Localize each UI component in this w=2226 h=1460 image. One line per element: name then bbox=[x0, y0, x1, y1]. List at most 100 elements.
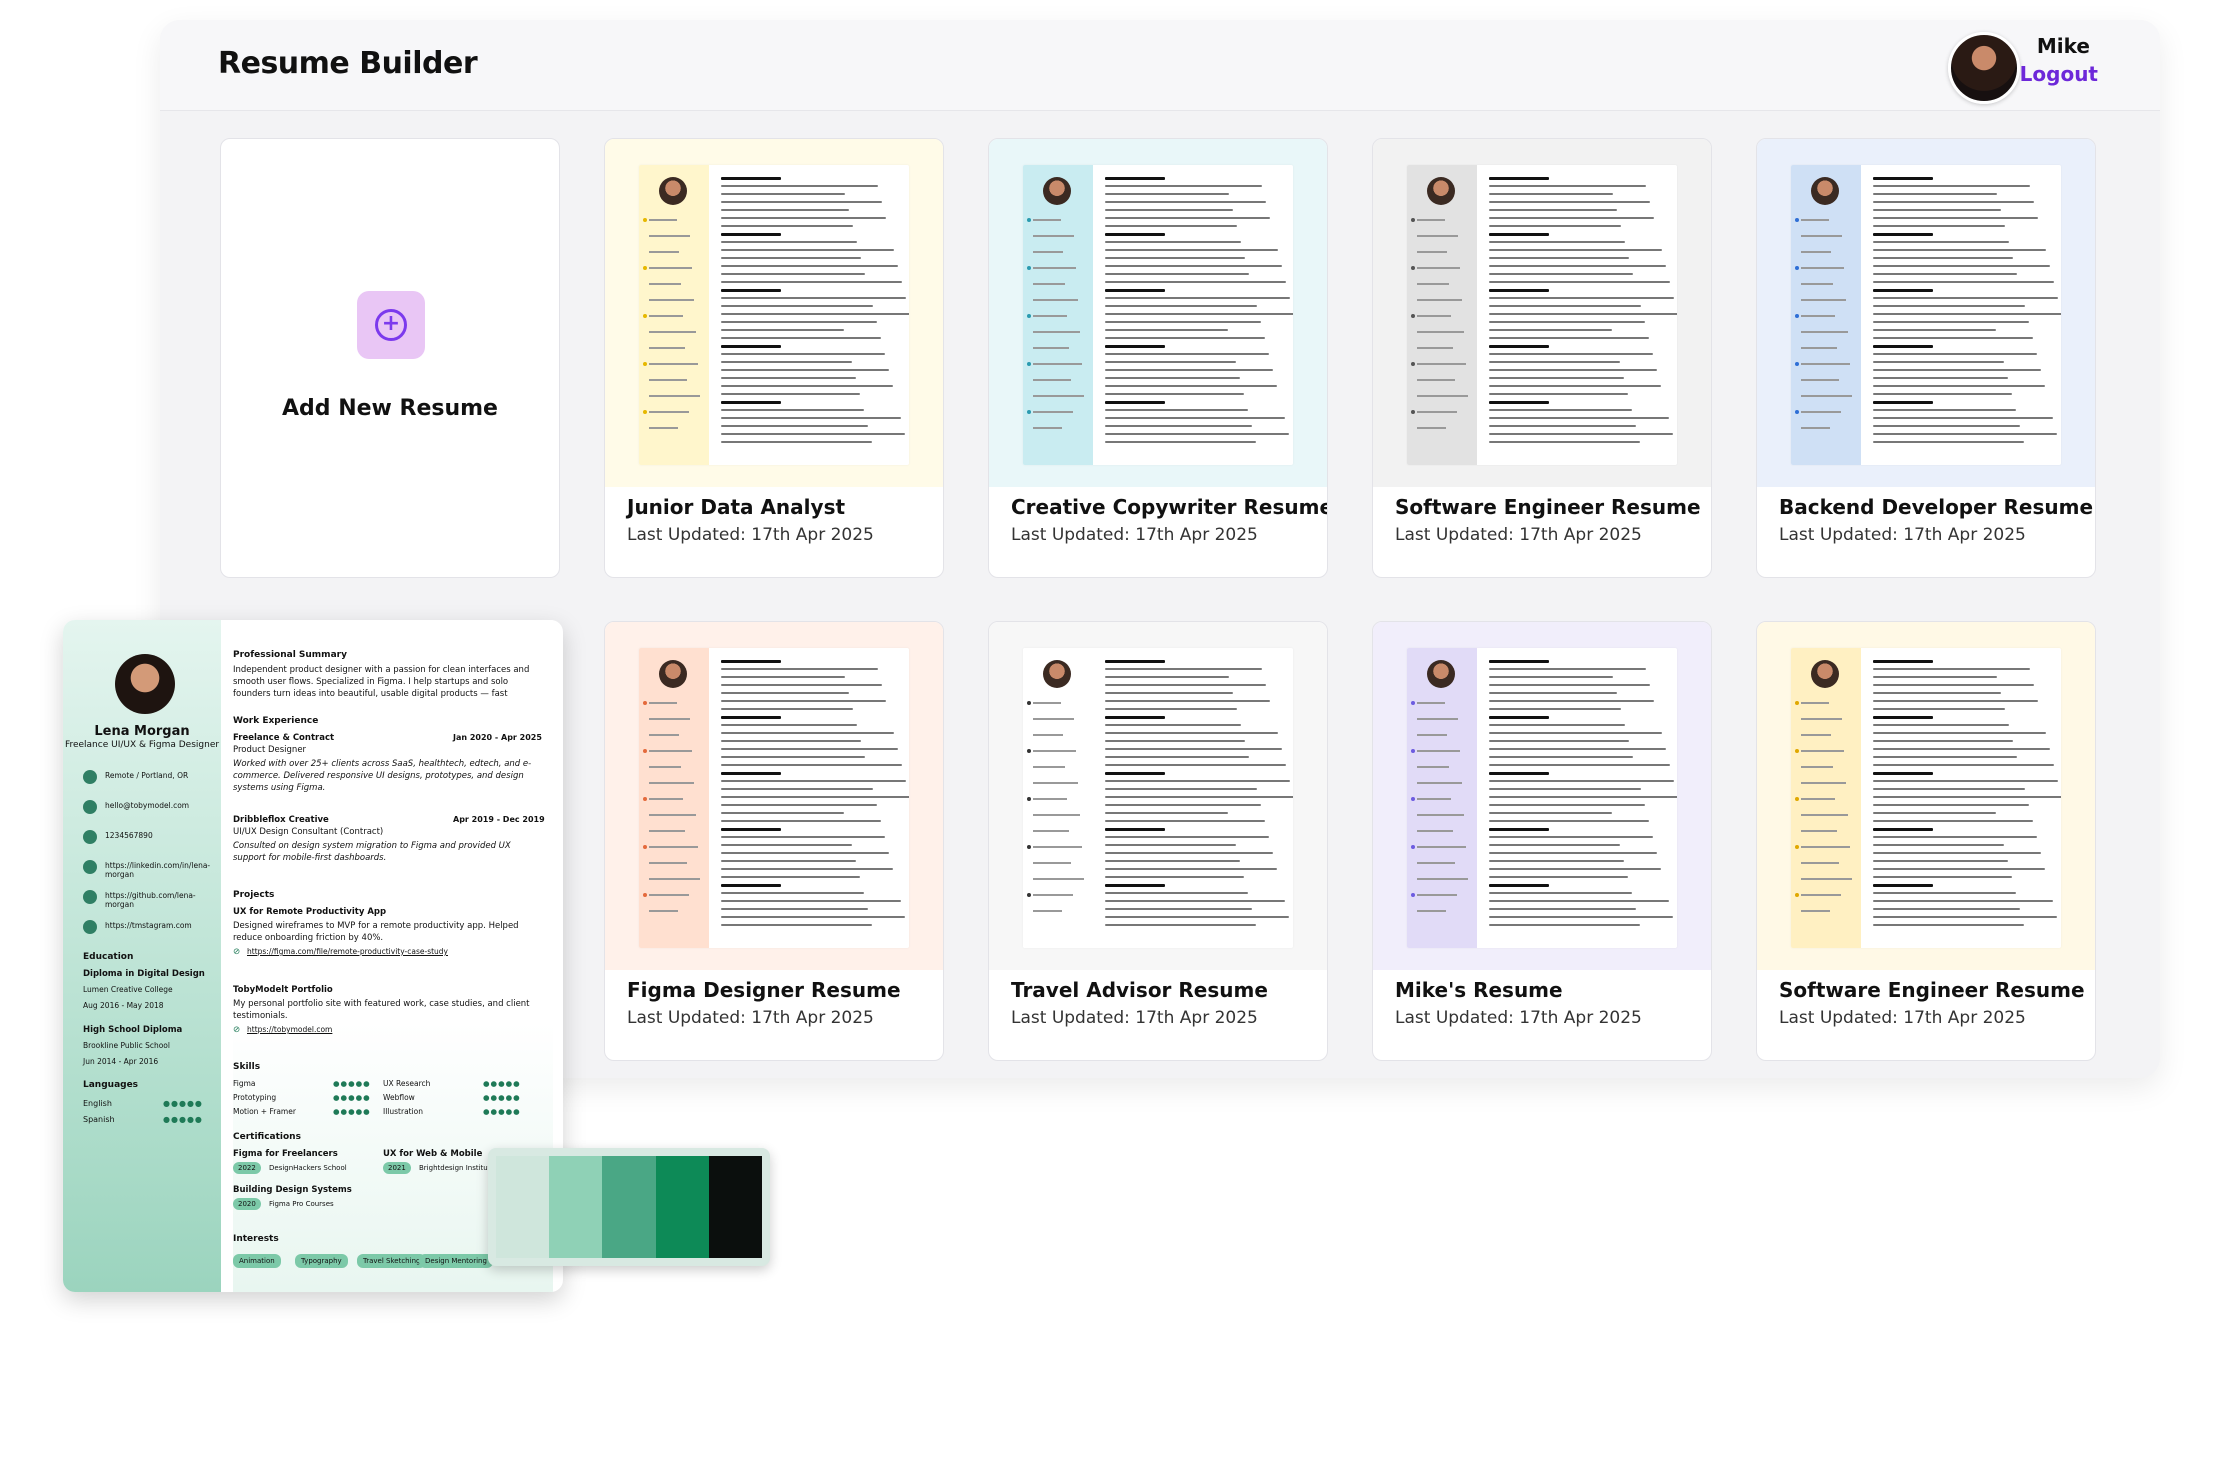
paper-text-line bbox=[1489, 924, 1640, 926]
paper-sidebar-line bbox=[1033, 734, 1063, 736]
paper-sidebar-line bbox=[649, 235, 690, 237]
paper-text-line bbox=[721, 700, 886, 702]
paper-sidebar-line bbox=[1801, 251, 1831, 253]
paper-sidebar-line bbox=[1033, 251, 1063, 253]
paper-text-line bbox=[1489, 700, 1654, 702]
paper-sidebar-line bbox=[1033, 782, 1078, 784]
paper-sidebar-line bbox=[1417, 718, 1458, 720]
paper-sidebar-line bbox=[1801, 379, 1839, 381]
paper-sidebar-line bbox=[1417, 734, 1447, 736]
resume-thumbnail[interactable] bbox=[1757, 139, 2095, 487]
paper-text-line bbox=[1873, 353, 2037, 355]
color-swatch[interactable] bbox=[708, 1156, 763, 1258]
paper-sidebar-line bbox=[1801, 363, 1850, 365]
paper-text-line bbox=[1105, 844, 1236, 846]
project-link-icon: ⊘ bbox=[233, 1025, 241, 1035]
resume-title: Software Engineer Resume bbox=[1779, 978, 2085, 1002]
add-button[interactable]: + bbox=[357, 291, 425, 359]
paper-sidebar-line bbox=[649, 718, 690, 720]
resume-title: Backend Developer Resume bbox=[1779, 495, 2094, 519]
resume-paper-preview bbox=[639, 165, 909, 465]
resume-thumbnail[interactable] bbox=[1373, 622, 1711, 970]
paper-text-line bbox=[1489, 313, 1677, 315]
preview-role: Freelance UI/UX & Figma Designer bbox=[64, 740, 220, 750]
paper-text-line bbox=[1105, 377, 1240, 379]
education-line: High School Diploma bbox=[83, 1025, 183, 1035]
color-swatch[interactable] bbox=[549, 1156, 603, 1258]
paper-sidebar-line bbox=[1801, 830, 1837, 832]
paper-text-line bbox=[1489, 201, 1650, 203]
resume-card[interactable]: Software Engineer Resume Last Updated: 17… bbox=[1372, 138, 1712, 578]
add-new-resume-card[interactable]: + Add New Resume bbox=[220, 138, 560, 578]
paper-text-line bbox=[1105, 225, 1237, 227]
contact-item: Remote / Portland, OR bbox=[105, 771, 189, 780]
paper-sidebar-line bbox=[1417, 814, 1464, 816]
paper-text-line bbox=[721, 788, 873, 790]
logout-link[interactable]: Logout bbox=[2020, 62, 2098, 86]
contact-icon bbox=[83, 890, 97, 904]
resume-card[interactable]: Creative Copywriter Resume Last Updated: … bbox=[988, 138, 1328, 578]
paper-text-line bbox=[1489, 273, 1633, 275]
resume-title: Software Engineer Resume bbox=[1395, 495, 1701, 519]
paper-sidebar-line bbox=[1801, 862, 1839, 864]
resume-paper-preview bbox=[639, 648, 909, 948]
paper-text-line bbox=[1489, 788, 1641, 790]
skill-item: Webflow bbox=[383, 1093, 415, 1102]
resume-card-meta: Mike's Resume Last Updated: 17th Apr 2025 bbox=[1395, 978, 1642, 1028]
resume-card[interactable]: Software Engineer Resume Last Updated: 17… bbox=[1756, 621, 2096, 1061]
color-swatch[interactable] bbox=[602, 1156, 656, 1258]
paper-text-line bbox=[1105, 732, 1278, 734]
paper-sidebar-line bbox=[1801, 910, 1830, 912]
paper-text-line bbox=[1105, 193, 1229, 195]
paper-text-line bbox=[721, 900, 901, 902]
resume-card[interactable]: Backend Developer Resume Last Updated: 17… bbox=[1756, 138, 2096, 578]
paper-text-line bbox=[1105, 836, 1269, 838]
resume-thumbnail[interactable] bbox=[605, 622, 943, 970]
paper-text-line bbox=[721, 265, 898, 267]
resume-card[interactable]: Mike's Resume Last Updated: 17th Apr 2025 bbox=[1372, 621, 1712, 1061]
paper-text-line bbox=[1873, 385, 2045, 387]
paper-text-line bbox=[1489, 748, 1666, 750]
paper-sidebar-line bbox=[649, 878, 700, 880]
resume-title: Travel Advisor Resume bbox=[1011, 978, 1268, 1002]
paper-text-line bbox=[721, 377, 856, 379]
paper-dot bbox=[1411, 797, 1415, 801]
paper-text-line bbox=[1873, 692, 2001, 694]
resume-thumbnail[interactable] bbox=[1757, 622, 2095, 970]
paper-text-line bbox=[721, 369, 889, 371]
resume-thumbnail[interactable] bbox=[605, 139, 943, 487]
resume-thumbnail[interactable] bbox=[989, 622, 1327, 970]
paper-dot bbox=[1027, 845, 1031, 849]
paper-text-line bbox=[1105, 329, 1228, 331]
resume-thumbnail[interactable] bbox=[1373, 139, 1711, 487]
resume-thumbnail[interactable] bbox=[989, 139, 1327, 487]
color-swatch[interactable] bbox=[496, 1156, 550, 1258]
paper-sidebar-line bbox=[1417, 750, 1460, 752]
skill-item: Illustration bbox=[383, 1107, 424, 1116]
paper-dot bbox=[1027, 410, 1031, 414]
paper-text-line bbox=[1873, 289, 1933, 292]
paper-sidebar-line bbox=[1417, 411, 1457, 413]
project-link[interactable]: https://tobymodel.com bbox=[247, 1024, 332, 1036]
paper-dot bbox=[1795, 362, 1799, 366]
paper-text-line bbox=[1873, 201, 2034, 203]
paper-text-line bbox=[1873, 257, 2013, 259]
interests-heading: Interests bbox=[233, 1234, 279, 1244]
paper-dot bbox=[1795, 266, 1799, 270]
skill-rating: ●●●●● bbox=[483, 1079, 521, 1088]
paper-text-line bbox=[1873, 273, 2017, 275]
language-rating: ●●●●● bbox=[163, 1115, 203, 1124]
resume-card[interactable]: Travel Advisor Resume Last Updated: 17th … bbox=[988, 621, 1328, 1061]
resume-card[interactable]: Junior Data Analyst Last Updated: 17th Ap… bbox=[604, 138, 944, 578]
contact-icon bbox=[83, 800, 97, 814]
resume-card[interactable]: Figma Designer Resume Last Updated: 17th … bbox=[604, 621, 944, 1061]
paper-text-line bbox=[1873, 297, 2058, 299]
color-swatch[interactable] bbox=[655, 1156, 709, 1258]
skill-rating: ●●●●● bbox=[333, 1093, 371, 1102]
paper-text-line bbox=[1489, 249, 1662, 251]
paper-dot bbox=[1411, 845, 1415, 849]
user-avatar[interactable] bbox=[1948, 32, 2020, 104]
project-link[interactable]: https://figma.com/file/remote-productivi… bbox=[247, 946, 448, 958]
paper-sidebar-line bbox=[649, 814, 696, 816]
paper-sidebar-line bbox=[649, 910, 678, 912]
